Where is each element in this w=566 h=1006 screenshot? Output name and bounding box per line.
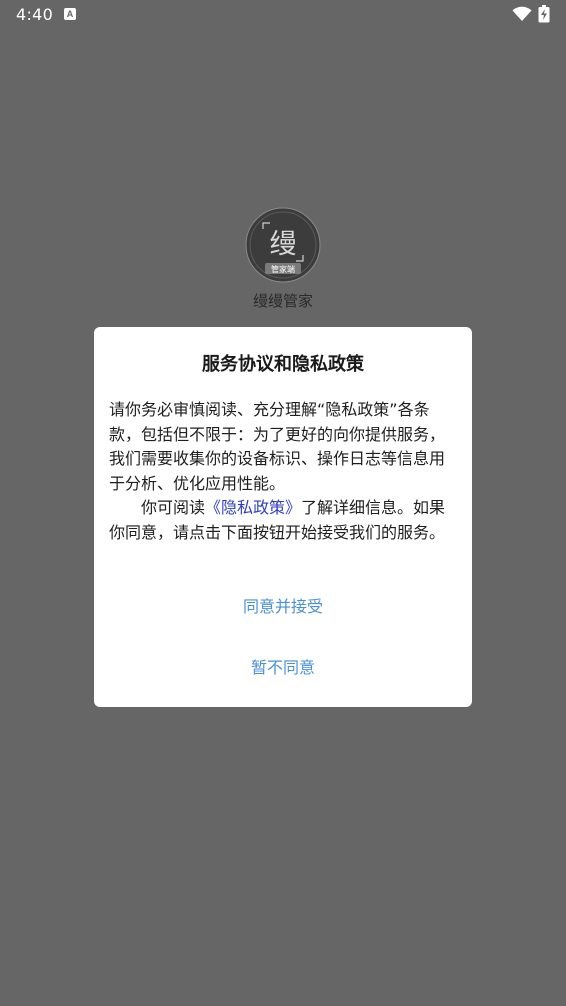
paragraph-2-prefix: 你可阅读 (141, 498, 206, 517)
agree-button[interactable]: 同意并接受 (94, 588, 472, 622)
dialog-title: 服务协议和隐私政策 (202, 354, 364, 375)
logo-subtext: 管家端 (271, 264, 295, 274)
notification-a-icon: A (64, 8, 76, 20)
dialog-paragraph-2: 你可阅读《隐私政策》了解详细信息。如果你同意，请点击下面按钮开始接受我们的服务。 (109, 496, 459, 545)
status-time: 4:40 (16, 5, 54, 24)
privacy-policy-link[interactable]: 《隐私政策》 (205, 498, 301, 517)
status-bar: 4:40 A (0, 0, 566, 28)
logo-char: 缦 (270, 229, 297, 260)
app-name: 缦缦管家 (252, 292, 313, 310)
battery-charging-icon (538, 5, 550, 23)
dialog-paragraph-1: 请你务必审慎阅读、充分理解“隐私政策”各条款，包括但不限于：为了更好的向你提供服… (109, 400, 446, 493)
disagree-button[interactable]: 暂不同意 (94, 649, 472, 683)
privacy-dialog: 服务协议和隐私政策 请你务必审慎阅读、充分理解“隐私政策”各条款，包括但不限于：… (94, 327, 472, 707)
wifi-icon (512, 6, 532, 21)
dialog-body: 请你务必审慎阅读、充分理解“隐私政策”各条款，包括但不限于：为了更好的向你提供服… (109, 398, 459, 545)
app-logo-icon: 缦 管家端 (245, 207, 321, 283)
